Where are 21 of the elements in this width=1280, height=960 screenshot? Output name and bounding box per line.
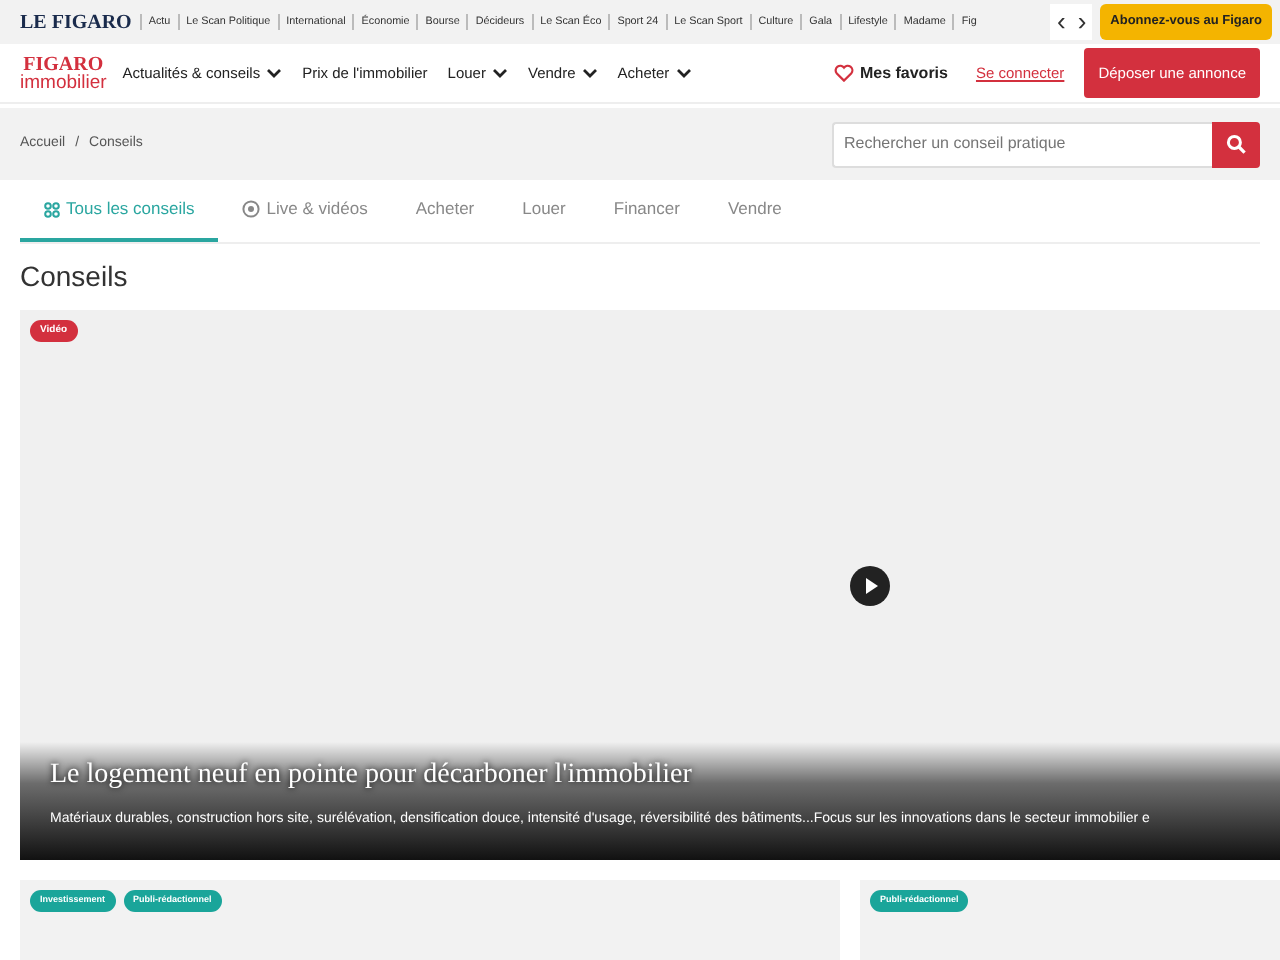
next-button[interactable]: › — [1071, 4, 1093, 40]
favorites-button[interactable]: Mes favoris — [833, 61, 948, 85]
play-circle-icon — [242, 200, 261, 218]
video-title[interactable]: Le logement neuf en pointe pour décarboner l'immobilier — [20, 742, 1280, 803]
search-button[interactable] — [1212, 121, 1260, 167]
grid-icon — [44, 201, 60, 217]
site-logo[interactable]: LE FIGARO — [20, 7, 132, 37]
tab[interactable]: Acheter — [391, 180, 499, 242]
previous-button[interactable]: ‹ — [1050, 4, 1072, 40]
search-icon — [1226, 134, 1246, 154]
tab[interactable]: Live & vidéos — [218, 180, 392, 242]
video-card[interactable] — [20, 309, 1280, 860]
tab[interactable]: Vendre — [703, 180, 806, 242]
play-button-icon — [850, 565, 890, 606]
heart-icon — [833, 64, 854, 82]
tab[interactable]: Louer — [498, 180, 590, 242]
logo-text[interactable]: FIGARO — [20, 55, 107, 73]
tab[interactable]: Financer — [589, 180, 704, 242]
search-field[interactable]: Rechercher un conseil pratique — [832, 121, 1212, 167]
page-heading: Conseils — [20, 260, 130, 294]
logo-text[interactable]: immobilier — [20, 73, 107, 91]
